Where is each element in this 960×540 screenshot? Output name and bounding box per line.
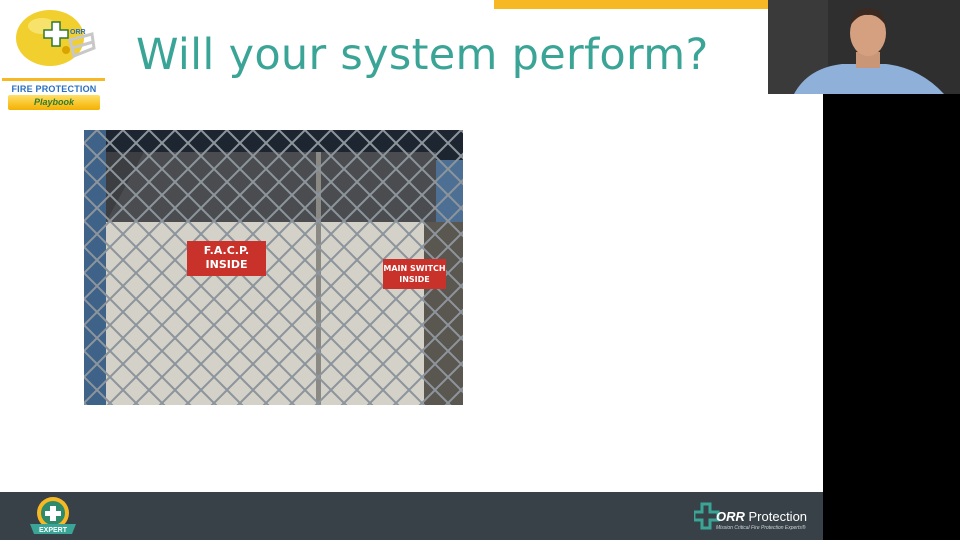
main-switch-sign-text: MAIN SWITCH INSIDE xyxy=(383,264,446,284)
logo-text-playbook: Playbook xyxy=(8,95,100,110)
logo-divider xyxy=(2,78,105,81)
presenter-silhouette-icon xyxy=(768,0,960,94)
logo-text-fire-protection: FIRE PROTECTION xyxy=(11,84,97,94)
slide-title: Will your system perform? xyxy=(136,30,709,80)
brand-name: ORR xyxy=(716,509,745,524)
badge-label: EXPERT xyxy=(39,527,68,534)
football-helmet-icon: ORR xyxy=(16,10,96,66)
fire-protection-playbook-logo: ORR FIRE PROTECTION Playbook xyxy=(2,2,106,110)
brand-suffix: Protection xyxy=(744,509,808,524)
facp-sign-text: F.A.C.P. INSIDE xyxy=(203,244,250,271)
expert-badge-icon: EXPERT xyxy=(30,497,76,534)
top-accent-bar xyxy=(494,0,768,9)
slide: ORR FIRE PROTECTION Playbook Will your s… xyxy=(0,0,823,540)
facp-sign: F.A.C.P. INSIDE xyxy=(187,241,266,276)
orr-protection-brand: ORR Protection xyxy=(716,509,807,524)
helmet-label: ORR xyxy=(70,29,86,36)
brand-tagline: Mission Critical Fire Protection Experts… xyxy=(716,525,806,531)
main-switch-sign: MAIN SWITCH INSIDE xyxy=(383,259,446,289)
presenter-webcam xyxy=(768,0,960,94)
